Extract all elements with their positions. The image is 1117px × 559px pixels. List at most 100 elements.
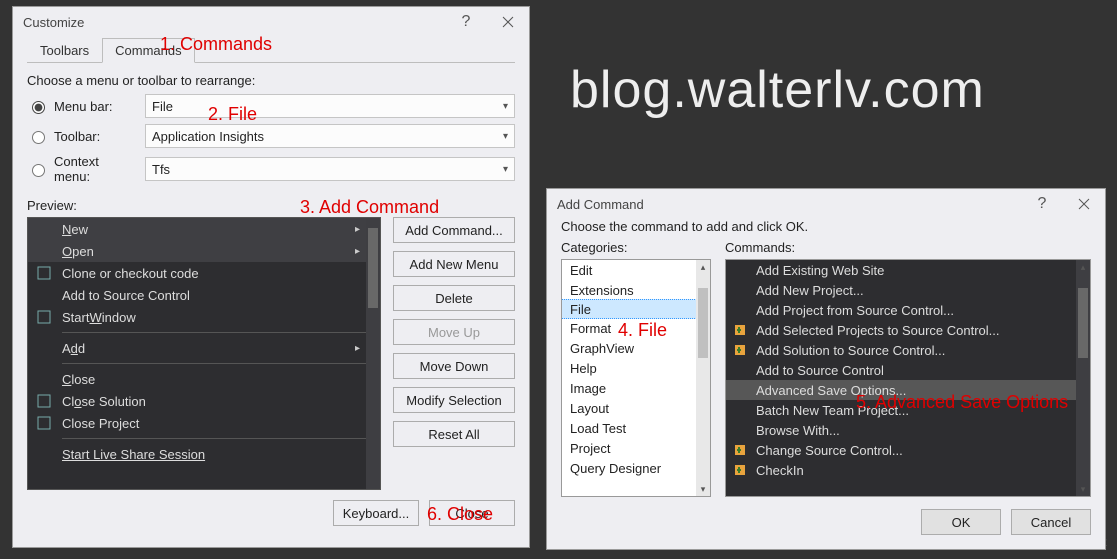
scrollbar-thumb[interactable] [368,228,378,308]
preview-menu-item[interactable]: Close [28,368,380,390]
preview-menu-item[interactable]: Open▸ [28,240,380,262]
contextmenu-text: Context menu: [54,154,137,184]
toolbar-combo-value: Application Insights [152,129,264,144]
command-item[interactable]: Add Solution to Source Control... [726,340,1090,360]
menu-separator [62,332,370,333]
customize-titlebar[interactable]: Customize ? [13,7,529,37]
scroll-up-icon[interactable]: ▴ [696,260,710,274]
modify-selection-button[interactable]: Modify Selection [393,387,515,413]
submenu-arrow-icon: ▸ [355,343,360,354]
submenu-arrow-icon: ▸ [355,224,360,235]
chevron-down-icon: ▾ [503,164,508,175]
move-down-button[interactable]: Move Down [393,353,515,379]
command-item-label: CheckIn [756,463,804,478]
command-item[interactable]: CheckIn [726,460,1090,480]
clone-icon [36,265,52,281]
close-icon[interactable] [1063,189,1105,219]
command-item-label: Add Selected Projects to Source Control.… [756,323,1000,338]
categories-label: Categories: [561,240,711,255]
contextmenu-combo-value: Tfs [152,162,170,177]
category-item[interactable]: Layout [562,398,710,418]
radio-contextmenu-label[interactable]: Context menu: [27,154,137,184]
preview-menu-item[interactable]: Add▸ [28,337,380,359]
command-item[interactable]: Change Source Control... [726,440,1090,460]
category-item[interactable]: Image [562,378,710,398]
scrollbar[interactable]: ▴▾ [1076,260,1090,496]
command-item-label: Browse With... [756,423,840,438]
command-item[interactable]: Add New Project... [726,280,1090,300]
radio-toolbar-label[interactable]: Toolbar: [27,128,137,144]
command-item[interactable]: Add to Source Control [726,360,1090,380]
contextmenu-combo[interactable]: Tfs ▾ [145,157,515,181]
tab-toolbars[interactable]: Toolbars [27,38,102,62]
tab-commands[interactable]: Commands [102,38,194,63]
categories-listbox[interactable]: EditExtensionsFileFormatGraphViewHelpIma… [561,259,711,497]
preview-menu-item[interactable]: Close Solution [28,390,380,412]
add-command-dialog: Add Command ? Choose the command to add … [546,188,1106,550]
scroll-up-icon[interactable]: ▴ [1076,260,1090,274]
command-item-label: Add Solution to Source Control... [756,343,945,358]
radio-menubar[interactable] [32,101,45,114]
help-button[interactable]: ? [1021,189,1063,219]
preview-menu-item[interactable]: Add to Source Control [28,284,380,306]
add-command-button[interactable]: Add Command... [393,217,515,243]
menu-separator [62,438,370,439]
scrollbar[interactable]: ▴▾ [696,260,710,496]
command-item[interactable]: Batch New Team Project... [726,400,1090,420]
customize-title: Customize [23,15,84,30]
preview-menu-item[interactable]: Start Live Share Session [28,443,380,465]
help-button[interactable]: ? [445,7,487,37]
preview-menu-item[interactable]: New▸ [28,218,380,240]
menu-separator [62,363,370,364]
submenu-arrow-icon: ▸ [355,246,360,257]
category-item[interactable]: Format [562,318,710,338]
radio-menubar-label[interactable]: Menu bar: [27,98,137,114]
watermark-text: blog.walterlv.com [570,60,1090,120]
add-new-menu-button[interactable]: Add New Menu [393,251,515,277]
category-item[interactable]: GraphView [562,338,710,358]
commands-listbox[interactable]: Add Existing Web SiteAdd New Project...A… [725,259,1091,497]
category-item[interactable]: Extensions [562,280,710,300]
cancel-button[interactable]: Cancel [1011,509,1091,535]
command-item[interactable]: Add Existing Web Site [726,260,1090,280]
close-button[interactable]: Close [429,500,515,526]
command-item[interactable]: Add Selected Projects to Source Control.… [726,320,1090,340]
menu-item-label: Add to Source Control [62,288,190,303]
toolbar-combo[interactable]: Application Insights ▾ [145,124,515,148]
radio-toolbar[interactable] [32,131,45,144]
scrollbar-thumb[interactable] [698,288,708,358]
command-item[interactable]: Advanced Save Options... [726,380,1090,400]
addcmd-titlebar[interactable]: Add Command ? [547,189,1105,219]
delete-button[interactable]: Delete [393,285,515,311]
preview-listbox[interactable]: New▸Open▸ Clone or checkout code Add to So… [27,217,381,490]
scrollbar-thumb[interactable] [1078,288,1088,358]
scroll-down-icon[interactable]: ▾ [696,482,710,496]
rearrange-prompt: Choose a menu or toolbar to rearrange: [27,73,515,88]
close-proj-icon [36,415,52,431]
category-item[interactable]: Load Test [562,418,710,438]
command-item[interactable]: Add Project from Source Control... [726,300,1090,320]
category-item[interactable]: Query Designer [562,458,710,478]
category-item[interactable]: Project [562,438,710,458]
preview-menu-item[interactable]: Start Window [28,306,380,328]
menubar-combo[interactable]: File ▾ [145,94,515,118]
radio-contextmenu[interactable] [32,164,45,177]
preview-label: Preview: [27,198,515,213]
command-item[interactable]: Browse With... [726,420,1090,440]
menu-item-label: Start Live Share Session [62,447,205,462]
reset-all-button[interactable]: Reset All [393,421,515,447]
preview-menu-item[interactable]: Close Project [28,412,380,434]
close-icon[interactable] [487,7,529,37]
move-up-button[interactable]: Move Up [393,319,515,345]
category-item[interactable]: File [561,299,711,319]
category-item[interactable]: Edit [562,260,710,280]
command-item-label: Add Existing Web Site [756,263,884,278]
chevron-down-icon: ▾ [503,131,508,142]
preview-menu-item[interactable]: Clone or checkout code [28,262,380,284]
menu-item-label: Clone or checkout code [62,266,199,281]
scroll-down-icon[interactable]: ▾ [1076,482,1090,496]
keyboard-button[interactable]: Keyboard... [333,500,419,526]
scrollbar[interactable] [366,218,380,489]
ok-button[interactable]: OK [921,509,1001,535]
category-item[interactable]: Help [562,358,710,378]
